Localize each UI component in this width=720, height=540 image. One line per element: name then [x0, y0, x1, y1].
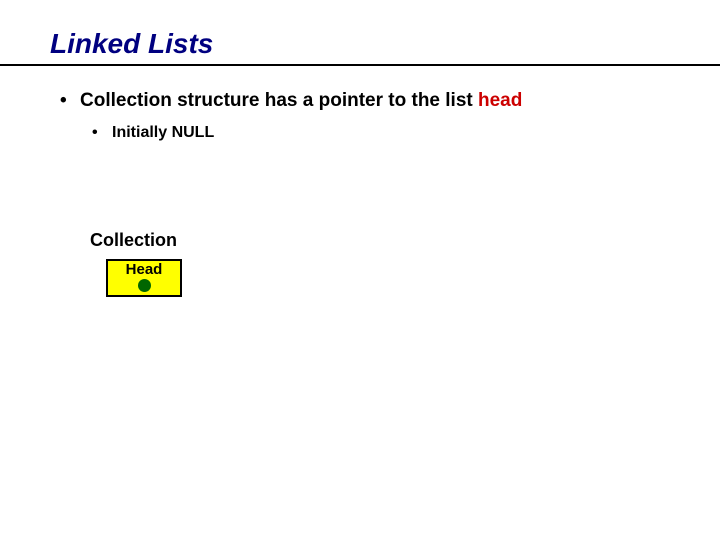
pointer-dot-icon: [138, 279, 151, 292]
slide-title: Linked Lists: [50, 28, 670, 60]
bullet-level2: Initially NULL: [50, 124, 670, 142]
bullet-level1: Collection structure has a pointer to th…: [50, 88, 670, 114]
head-label: Head: [108, 261, 180, 277]
collection-label: Collection: [90, 230, 182, 251]
slide: Linked Lists Collection structure has a …: [0, 0, 720, 540]
bullet-level1-highlight: head: [478, 90, 522, 111]
bullet-level1-text: Collection structure has a pointer to th…: [80, 90, 478, 111]
head-box: Head: [106, 259, 182, 297]
diagram: Collection Head: [90, 230, 182, 297]
title-underline: [0, 64, 720, 66]
slide-content: Collection structure has a pointer to th…: [50, 88, 670, 142]
